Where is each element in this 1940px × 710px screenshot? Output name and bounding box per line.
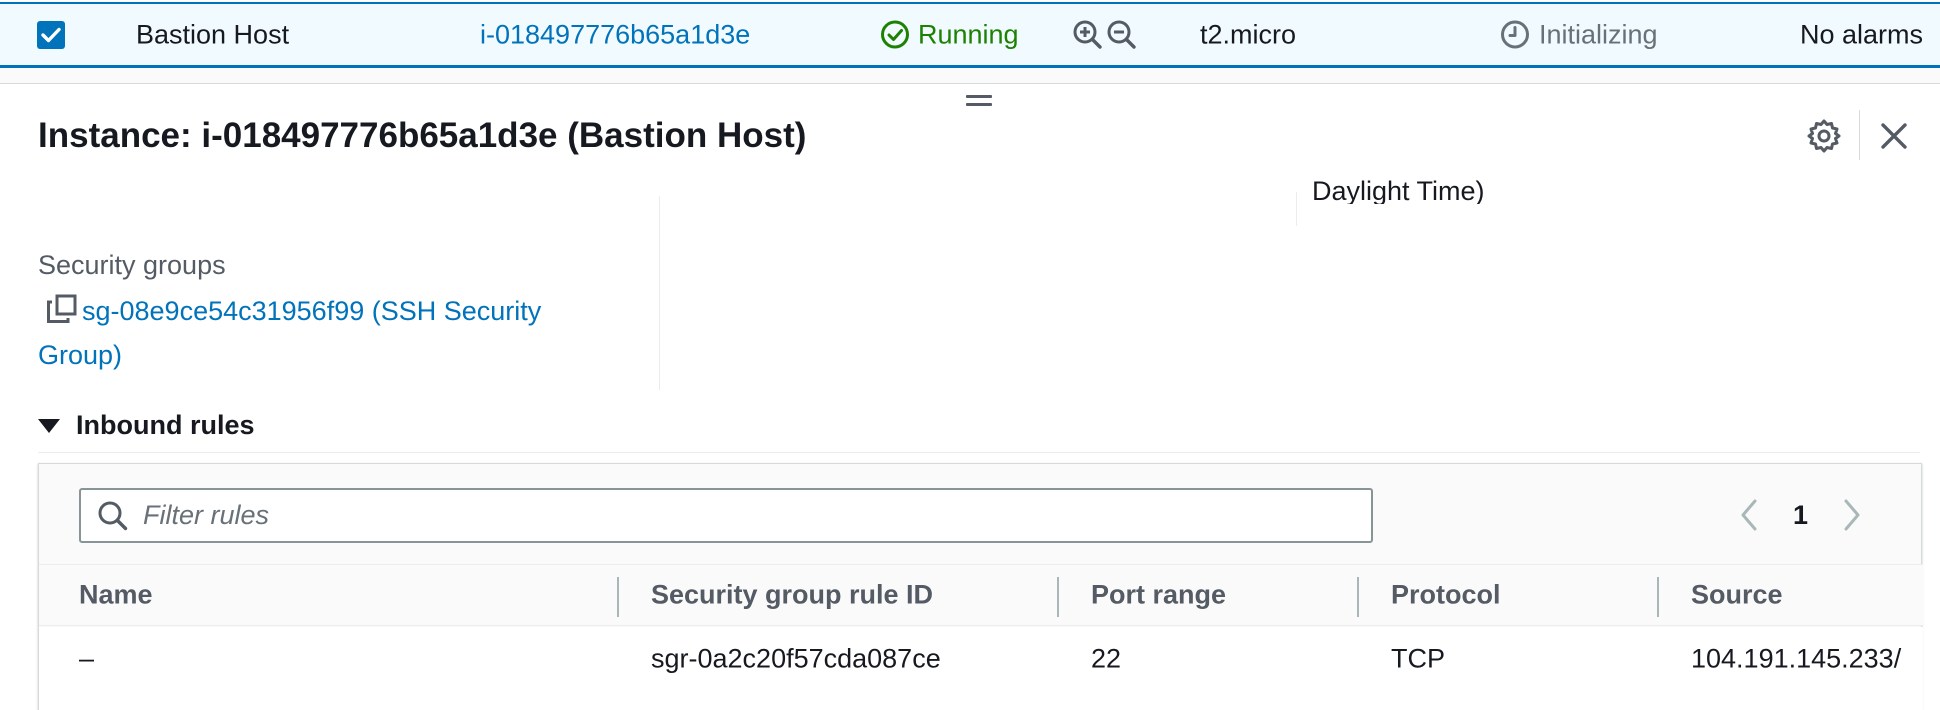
column-header-rule-id[interactable]: Security group rule ID [651,580,933,611]
column-resizer[interactable] [1357,577,1359,617]
security-group-link[interactable]: sg-08e9ce54c31956f99 (SSH Security Group… [38,296,541,370]
column-header-source[interactable]: Source [1691,580,1783,611]
security-group-value: sg-08e9ce54c31956f99 (SSH Security Group… [38,289,598,377]
drag-handle-line [966,95,992,98]
instance-state: Running [880,19,1019,50]
alarm-status: No alarms [1800,19,1924,49]
table-row: – sgr-0a2c20f57cda087ce 22 TCP 104.191.1… [39,627,1923,691]
column-resizer[interactable] [617,577,619,617]
cell-rule-id: sgr-0a2c20f57cda087ce [651,643,941,674]
instance-state-label: Running [918,19,1019,49]
status-check-label: Initializing [1539,19,1658,49]
zoom-in-icon[interactable] [1072,19,1104,51]
inbound-rules-toggle[interactable]: Inbound rules [38,410,255,441]
search-icon [98,501,128,530]
header-divider [1859,110,1860,160]
section-divider [38,452,1920,453]
cell-port-range: 22 [1091,643,1122,674]
column-resizer[interactable] [1057,577,1059,617]
column-divider [659,196,660,390]
column-header-protocol[interactable]: Protocol [1391,580,1501,611]
instance-name: Bastion Host [136,19,290,49]
column-header-name[interactable]: Name [79,580,153,611]
pagination: 1 [1739,490,1862,540]
status-check: Initializing [1500,19,1658,50]
checkbox-checked-icon [41,27,61,42]
clipped-detail-text: Daylight Time) [1312,166,1485,204]
column-header-port-range[interactable]: Port range [1091,580,1226,611]
table-bottom [39,690,1923,710]
column-resizer[interactable] [1657,577,1659,617]
check-circle-icon [881,20,909,49]
caret-down-icon [38,418,60,433]
clipped-detail-value: Daylight Time) [1312,176,1485,204]
cell-name: – [79,643,95,674]
panel-title: Instance: i-018497776b65a1d3e (Bastion H… [38,116,807,155]
gear-icon[interactable] [1806,118,1842,154]
filter-placeholder: Filter rules [143,500,270,530]
inbound-rules-table: Filter rules 1 Name Security group rule … [38,463,1923,710]
instance-row-selected[interactable]: Bastion Host i-018497776b65a1d3e Running… [0,2,1940,68]
inbound-rules-header: Inbound rules [76,410,255,440]
zoom-controls [1072,19,1138,51]
cell-protocol: TCP [1391,643,1445,674]
instance-id-link[interactable]: i-018497776b65a1d3e [480,19,750,50]
drag-handle[interactable] [966,95,992,109]
cell-source: 104.191.145.233/ [1691,643,1902,674]
split-band [0,68,1940,84]
filter-rules-input[interactable]: Filter rules [79,488,1373,543]
zoom-out-icon[interactable] [1106,19,1138,51]
row-checkbox[interactable] [37,20,65,49]
close-icon[interactable] [1876,118,1912,154]
security-groups-label: Security groups [38,250,226,280]
column-divider [1296,192,1297,226]
instance-type: t2.micro [1200,19,1297,49]
current-page[interactable]: 1 [1781,500,1820,531]
copy-icon[interactable] [46,294,78,324]
chevron-right-icon[interactable] [1842,498,1862,532]
chevron-left-icon[interactable] [1739,498,1759,532]
clock-icon [1501,20,1529,49]
drag-handle-line [966,103,992,106]
table-header: Name Security group rule ID Port range P… [39,564,1923,626]
